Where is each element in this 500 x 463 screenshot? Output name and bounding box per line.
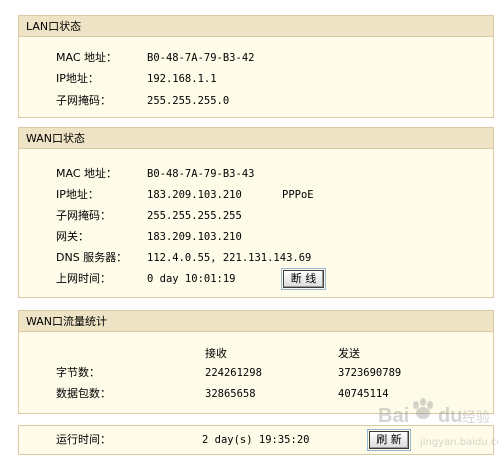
wan-connection-type: PPPoE [282, 189, 314, 201]
packets-recv-value: 32865658 [205, 388, 256, 400]
lan-ip-value: 192.168.1.1 [147, 73, 217, 85]
bytes-row: 字节数： 224261298 3723690789 [19, 364, 493, 382]
lan-mask-label: 子网掩码： [56, 94, 111, 107]
wan-ip-value: 183.209.103.210 [147, 189, 242, 201]
wan-ip-label: IP地址： [56, 188, 99, 201]
wan-status-title: WAN口状态 [19, 128, 493, 149]
wan-mac-label: MAC 地址： [56, 167, 117, 180]
wan-mask-value: 255.255.255.255 [147, 210, 242, 222]
packets-label: 数据包数： [56, 387, 111, 400]
packets-row: 数据包数： 32865658 40745114 [19, 385, 493, 403]
disconnect-button[interactable]: 断 线 [281, 268, 326, 290]
refresh-button[interactable]: 刷 新 [367, 429, 411, 451]
wan-gateway-value: 183.209.103.210 [147, 231, 242, 243]
bytes-recv-value: 224261298 [205, 367, 262, 379]
wan-mask-row: 子网掩码： 255.255.255.255 [19, 207, 493, 225]
lan-mac-label: MAC 地址： [56, 51, 117, 64]
wan-gateway-label: 网关： [56, 230, 89, 243]
wan-mask-label: 子网掩码： [56, 209, 111, 222]
lan-mask-row: 子网掩码： 255.255.255.0 [19, 92, 493, 110]
wan-status-panel: WAN口状态 MAC 地址： B0-48-7A-79-B3-43 IP地址： 1… [18, 127, 494, 298]
runtime-panel: 运行时间： 2 day(s) 19:35:20 刷 新 [18, 425, 494, 455]
bytes-label: 字节数： [56, 366, 100, 379]
wan-mac-row: MAC 地址： B0-48-7A-79-B3-43 [19, 165, 493, 183]
wan-uptime-value: 0 day 10:01:19 [147, 273, 236, 285]
runtime-row: 运行时间： 2 day(s) 19:35:20 [19, 431, 493, 449]
runtime-label: 运行时间： [56, 433, 111, 446]
wan-dns-label: DNS 服务器： [56, 251, 128, 264]
lan-ip-row: IP地址： 192.168.1.1 [19, 70, 493, 88]
send-column-header: 发送 [338, 347, 360, 360]
lan-ip-label: IP地址： [56, 72, 99, 85]
lan-mac-value: B0-48-7A-79-B3-42 [147, 52, 255, 64]
wan-traffic-panel: WAN口流量统计 接收 发送 字节数： 224261298 3723690789… [18, 310, 494, 414]
wan-dns-value: 112.4.0.55, 221.131.143.69 [147, 252, 312, 264]
wan-mac-value: B0-48-7A-79-B3-43 [147, 168, 255, 180]
wan-traffic-title: WAN口流量统计 [19, 311, 493, 332]
bytes-send-value: 3723690789 [338, 367, 402, 379]
lan-status-panel: LAN口状态 MAC 地址： B0-48-7A-79-B3-42 IP地址： 1… [18, 15, 494, 118]
lan-status-title: LAN口状态 [19, 16, 493, 37]
wan-gateway-row: 网关： 183.209.103.210 [19, 228, 493, 246]
recv-column-header: 接收 [205, 347, 227, 360]
wan-uptime-row: 上网时间： 0 day 10:01:19 [19, 270, 493, 288]
runtime-value: 2 day(s) 19:35:20 [202, 434, 310, 446]
wan-dns-row: DNS 服务器： 112.4.0.55, 221.131.143.69 [19, 249, 493, 267]
lan-mask-value: 255.255.255.0 [147, 95, 230, 107]
packets-send-value: 40745114 [338, 388, 389, 400]
lan-mac-row: MAC 地址： B0-48-7A-79-B3-42 [19, 49, 493, 67]
wan-ip-row: IP地址： 183.209.103.210 PPPoE [19, 186, 493, 204]
wan-uptime-label: 上网时间： [56, 272, 111, 285]
